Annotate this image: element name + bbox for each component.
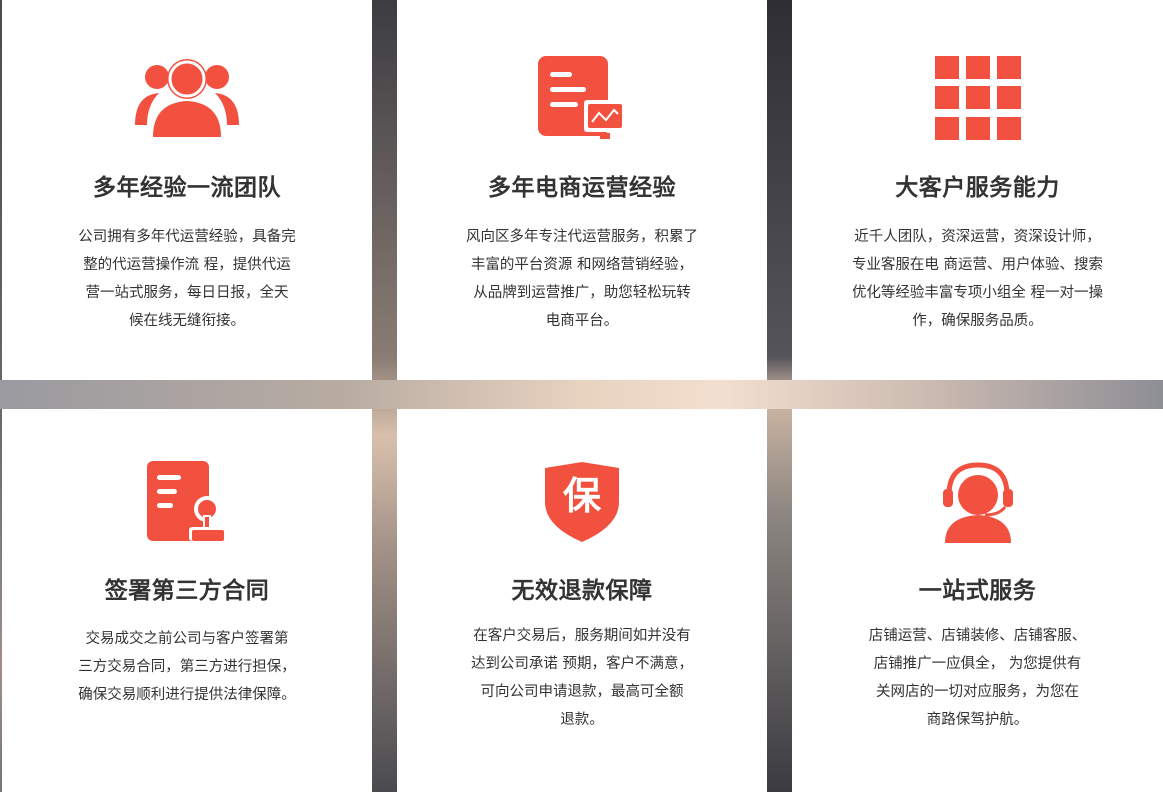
feature-card-team: 多年经验一流团队 公司拥有多年代运营经验，具备完 整的代运营操作流 程，提供代运… [2,0,372,380]
feature-description: 风向区多年专注代运营服务，积累了 丰富的平台资源 和网络营销经验， 从品牌到运营… [466,229,698,329]
feature-card-big-client: 大客户服务能力 近千人团队，资深运营，资深设计师， 专业客服在电 商运营、用户体… [792,0,1163,380]
feature-card-one-stop: 一站式服务 店铺运营、店铺装修、店铺客服、 店铺推广一应俱全， 为您提供有 关网… [792,409,1163,792]
feature-description: 店铺运营、店铺装修、店铺客服、 店铺推广一应俱全， 为您提供有 关网店的一切对应… [868,628,1087,728]
feature-description: 在客户交易后，服务期间如并没有 达到公司承诺 预期，客户不满意， 可向公司申请退… [470,628,694,728]
feature-title: 大客户服务能力 [895,175,1060,201]
report-icon [538,56,626,139]
team-icon [135,59,239,137]
feature-card-ecommerce: 多年电商运营经验 风向区多年专注代运营服务，积累了 丰富的平台资源 和网络营销经… [397,0,767,380]
feature-card-refund: 保 无效退款保障 在客户交易后，服务期间如并没有 达到公司承诺 预期，客户不满意… [397,409,767,792]
feature-title: 签署第三方合同 [104,578,270,604]
feature-title: 无效退款保障 [511,578,653,604]
contract-icon [147,461,225,541]
grid-icon [934,56,1021,140]
headset-icon [942,462,1013,543]
feature-description: 近千人团队，资深运营，资深设计师， 专业客服在电 商运营、用户体验、搜索 优化等… [851,229,1104,329]
feature-title: 多年电商运营经验 [488,175,676,201]
feature-title: 一站式服务 [918,578,1037,604]
feature-description: 公司拥有多年代运营经验，具备完 整的代运营操作流 程，提供代运 营一站式服务，每… [78,229,296,329]
feature-title: 多年经验一流团队 [93,175,281,201]
feature-card-contract: 签署第三方合同 交易成交之前公司与客户签署第 三方交易合同，第三方进行担保， 确… [2,409,372,792]
background-photo-strip [0,380,1163,409]
feature-description: 交易成交之前公司与客户签署第 三方交易合同，第三方进行担保， 确保交易顺利进行提… [78,631,296,703]
shield-character: 保 [562,474,601,518]
shield-icon: 保 [545,462,619,542]
